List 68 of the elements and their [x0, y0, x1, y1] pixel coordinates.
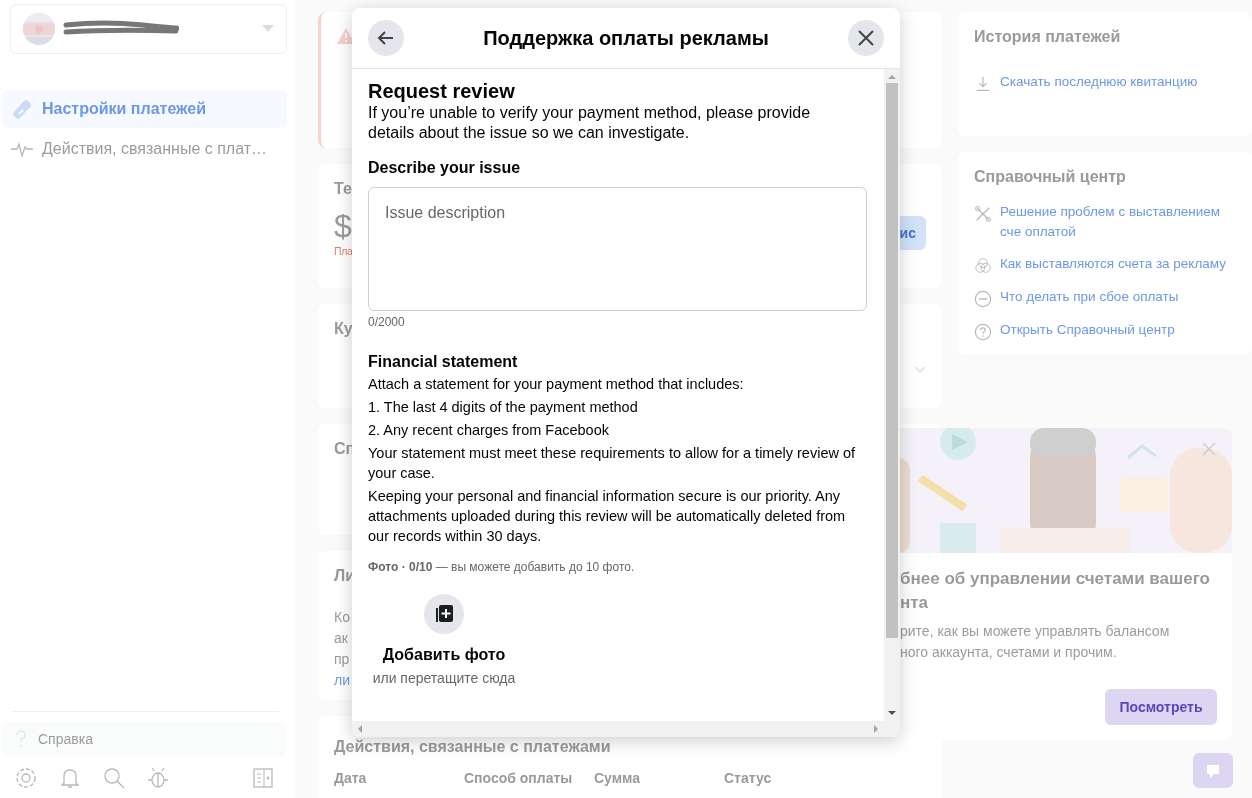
- help-icon: [14, 730, 28, 748]
- issue-field[interactable]: Issue description: [368, 187, 867, 311]
- search-icon[interactable]: [102, 766, 126, 790]
- card-link[interactable]: ли: [334, 670, 350, 691]
- chat-icon: [1205, 762, 1221, 779]
- settings-icon[interactable]: [14, 766, 38, 790]
- caret-icon: [262, 25, 274, 33]
- close-button[interactable]: [848, 20, 884, 56]
- intro-text: If you’re unable to verify your payment method, please provide details about the issue so we can investigate.: [368, 103, 812, 143]
- tools-icon: [974, 205, 992, 223]
- card-icon: [10, 97, 34, 121]
- chevron-down-icon[interactable]: [914, 366, 926, 374]
- section-heading: Financial statement: [368, 353, 519, 371]
- back-arrow-icon: [377, 29, 395, 47]
- panel-toggle-icon[interactable]: [251, 766, 275, 790]
- help-item[interactable]: Справка: [2, 722, 287, 756]
- card-title: Те: [334, 180, 352, 198]
- help-link[interactable]: Как выставляются счета за рекламу: [974, 254, 1236, 275]
- column-header: Способ оплаты: [464, 770, 574, 786]
- back-button[interactable]: [368, 20, 404, 56]
- download-icon: [974, 75, 992, 93]
- minus-circle-icon: [974, 290, 992, 308]
- card-text: пр: [334, 650, 350, 669]
- account-selector[interactable]: [10, 4, 287, 54]
- card-title: Справочный центр: [974, 168, 1126, 186]
- field-label: Describe your issue: [368, 159, 522, 177]
- help-link[interactable]: Решение проблем с выставлением сче оплатой: [974, 202, 1236, 242]
- statement-text: Attach a statement for your payment method that includes:: [368, 375, 745, 394]
- download-link[interactable]: Скачать последнюю квитанцию: [974, 72, 1198, 93]
- card-text: ак: [334, 629, 348, 648]
- circles-icon: [974, 257, 992, 275]
- add-photo-icon: [424, 594, 464, 634]
- help-link[interactable]: Открыть Справочный центр: [974, 320, 1236, 341]
- bug-icon[interactable]: [146, 766, 170, 790]
- card-title: Ку: [334, 320, 353, 338]
- balance-amount: $: [334, 208, 352, 245]
- promo-title: бнее об управлении счетами вашего нта: [900, 568, 1211, 614]
- scroll-left-icon[interactable]: [356, 725, 364, 733]
- section-heading: Request review: [368, 79, 516, 103]
- photo-note: Фото · 0/10 — вы можете добавить до 10 фото.: [368, 560, 636, 574]
- dialog-title: Поддержка оплаты рекламы: [482, 26, 770, 50]
- statement-text: Keeping your personal and financial information secure is our priority. Any attachments uploaded during this review will be automatically deleted from our records within 30 days.: [368, 487, 847, 546]
- scrollbar[interactable]: [352, 721, 900, 737]
- add-photo-button[interactable]: Добавить фото или перетащите сюда: [368, 594, 520, 686]
- column-header: Статус: [724, 770, 773, 786]
- close-icon[interactable]: [1202, 442, 1216, 456]
- card-title: Действия, связанные с платежами: [334, 738, 611, 756]
- help-link[interactable]: Что делать при сбое оплаты: [974, 287, 1236, 308]
- help-icon: [974, 323, 992, 341]
- scrollbar[interactable]: [884, 69, 900, 721]
- bell-icon[interactable]: [58, 766, 82, 790]
- card-title: История платежей: [974, 28, 1121, 46]
- card-text: Ко: [334, 608, 350, 627]
- statement-text: Your statement must meet these requirements to allow for a timely review of your case.: [368, 444, 857, 483]
- chat-button[interactable]: [1193, 753, 1233, 788]
- view-button[interactable]: Посмотреть: [1105, 689, 1217, 725]
- column-header: Сумма: [594, 770, 642, 786]
- statement-text: 2. Any recent charges from Facebook: [368, 421, 610, 440]
- column-header: Дата: [334, 770, 368, 786]
- statement-text: 1. The last 4 digits of the payment method: [368, 398, 639, 417]
- promo-description: рите, как вы можете управлять балансом ного аккаунта, счетами и прочим.: [900, 622, 1171, 662]
- close-icon: [857, 29, 875, 47]
- character-counter: 0/2000: [368, 315, 406, 329]
- nav-item[interactable]: Действия, связанные с плат…: [2, 130, 287, 168]
- scroll-right-icon[interactable]: [872, 725, 880, 733]
- balance-note: Пла: [334, 245, 353, 257]
- scroll-up-icon[interactable]: [888, 73, 896, 81]
- nav-item[interactable]: Настройки платежей: [2, 90, 287, 128]
